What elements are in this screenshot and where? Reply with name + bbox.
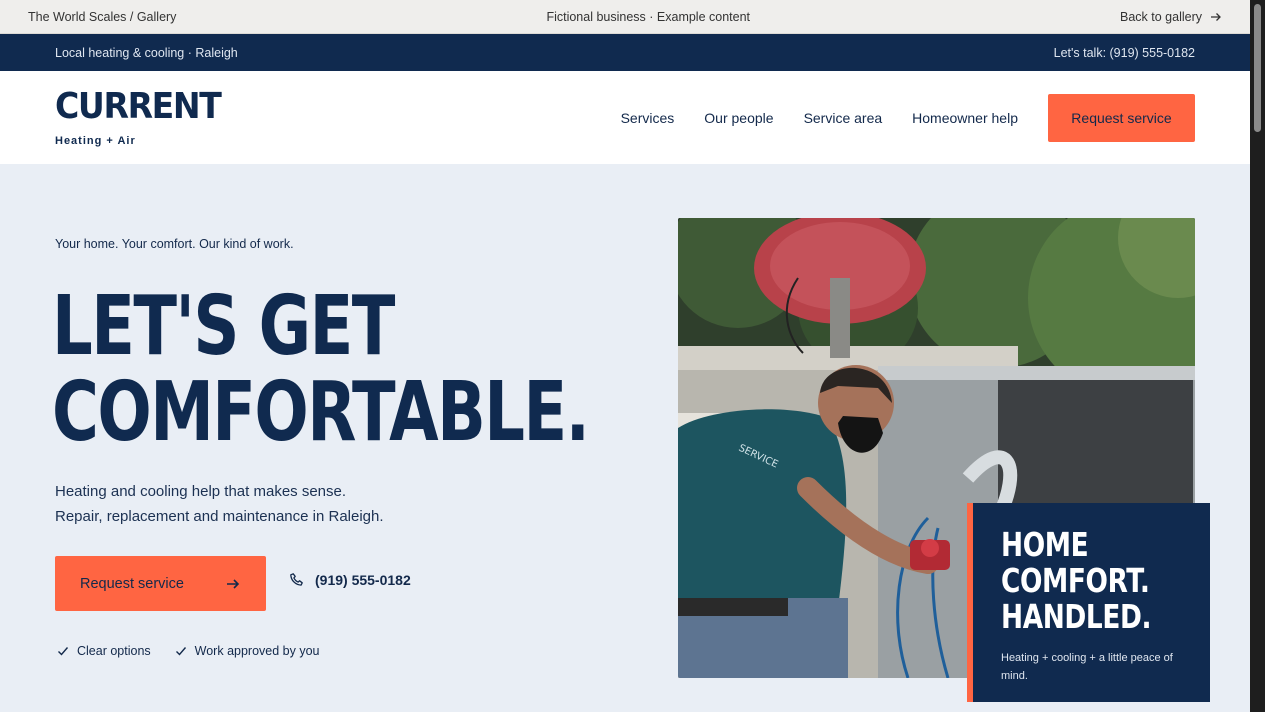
gallery-disclaimer: Fictional business · Example content bbox=[546, 9, 751, 24]
location-text: Local heating & cooling · Raleigh bbox=[55, 45, 238, 60]
headline-line-2: COMFORTABLE. bbox=[52, 365, 590, 460]
scrollbar-thumb[interactable] bbox=[1254, 4, 1261, 132]
main-nav: Services Our people Service area Homeown… bbox=[621, 93, 1195, 142]
gallery-bar: The World Scales / Gallery Fictional bus… bbox=[0, 0, 1250, 34]
nav-our-people[interactable]: Our people bbox=[704, 110, 773, 126]
request-service-button[interactable]: Request service bbox=[1048, 93, 1195, 142]
arrow-right-icon bbox=[1211, 12, 1221, 21]
arrow-right-icon bbox=[227, 578, 240, 589]
nav-services[interactable]: Services bbox=[621, 110, 675, 126]
phone-icon bbox=[290, 573, 303, 586]
lede-line-2: Repair, replacement and maintenance in R… bbox=[55, 508, 384, 525]
logo-wordmark: CURRENT bbox=[55, 85, 222, 127]
assurance-label: Work approved by you bbox=[194, 644, 320, 658]
assurance-item: Clear options bbox=[57, 644, 151, 658]
nav-homeowner-help[interactable]: Homeowner help bbox=[912, 110, 1018, 126]
callout-title-line-2: COMFORT. bbox=[1001, 561, 1150, 600]
gallery-breadcrumb[interactable]: The World Scales / Gallery bbox=[28, 10, 176, 24]
back-to-gallery-label: Back to gallery bbox=[1120, 9, 1202, 24]
callout-text: Heating + cooling + a little peace of mi… bbox=[1001, 652, 1173, 682]
hero-phone-link[interactable]: (919) 555-0182 bbox=[289, 572, 411, 588]
site-header: CURRENT Heating + Air Services Our peopl… bbox=[0, 71, 1250, 164]
hero: Your home. Your comfort. Our kind of wor… bbox=[0, 164, 1250, 712]
callout-title-line-3: HANDLED. bbox=[1001, 597, 1152, 636]
nav-service-area[interactable]: Service area bbox=[804, 110, 883, 126]
scrollbar[interactable] bbox=[1250, 0, 1265, 712]
assurance-item: Work approved by you bbox=[175, 644, 320, 658]
assurance-label: Clear options bbox=[77, 644, 151, 658]
hero-request-service-label: Request service bbox=[80, 575, 184, 592]
hero-callout: HOME COMFORT. HANDLED. Heating + cooling… bbox=[967, 503, 1210, 702]
assurance-list: Clear options Work approved by you bbox=[57, 644, 320, 658]
check-icon bbox=[175, 647, 186, 656]
hero-request-service-button[interactable]: Request service bbox=[55, 556, 266, 611]
contact-phone-link[interactable]: Let's talk: (919) 555-0182 bbox=[1054, 46, 1195, 60]
hero-phone-number: (919) 555-0182 bbox=[315, 572, 411, 588]
check-icon bbox=[58, 647, 69, 656]
hero-lede: Heating and cooling help that makes sens… bbox=[55, 479, 384, 529]
callout-title: HOME COMFORT. HANDLED. bbox=[1001, 525, 1152, 635]
hero-headline: LET'S GET COMFORTABLE. bbox=[52, 284, 590, 456]
headline-line-1: LET'S GET bbox=[52, 279, 395, 374]
hero-eyebrow: Your home. Your comfort. Our kind of wor… bbox=[55, 237, 294, 251]
logo[interactable]: CURRENT Heating + Air bbox=[55, 85, 235, 147]
logo-subtitle: Heating + Air bbox=[55, 134, 136, 147]
callout-title-line-1: HOME bbox=[1001, 525, 1089, 564]
lede-line-1: Heating and cooling help that makes sens… bbox=[55, 483, 347, 500]
back-to-gallery-link[interactable]: Back to gallery bbox=[1120, 10, 1222, 24]
utility-bar: Local heating & cooling · Raleigh Let's … bbox=[0, 34, 1250, 71]
